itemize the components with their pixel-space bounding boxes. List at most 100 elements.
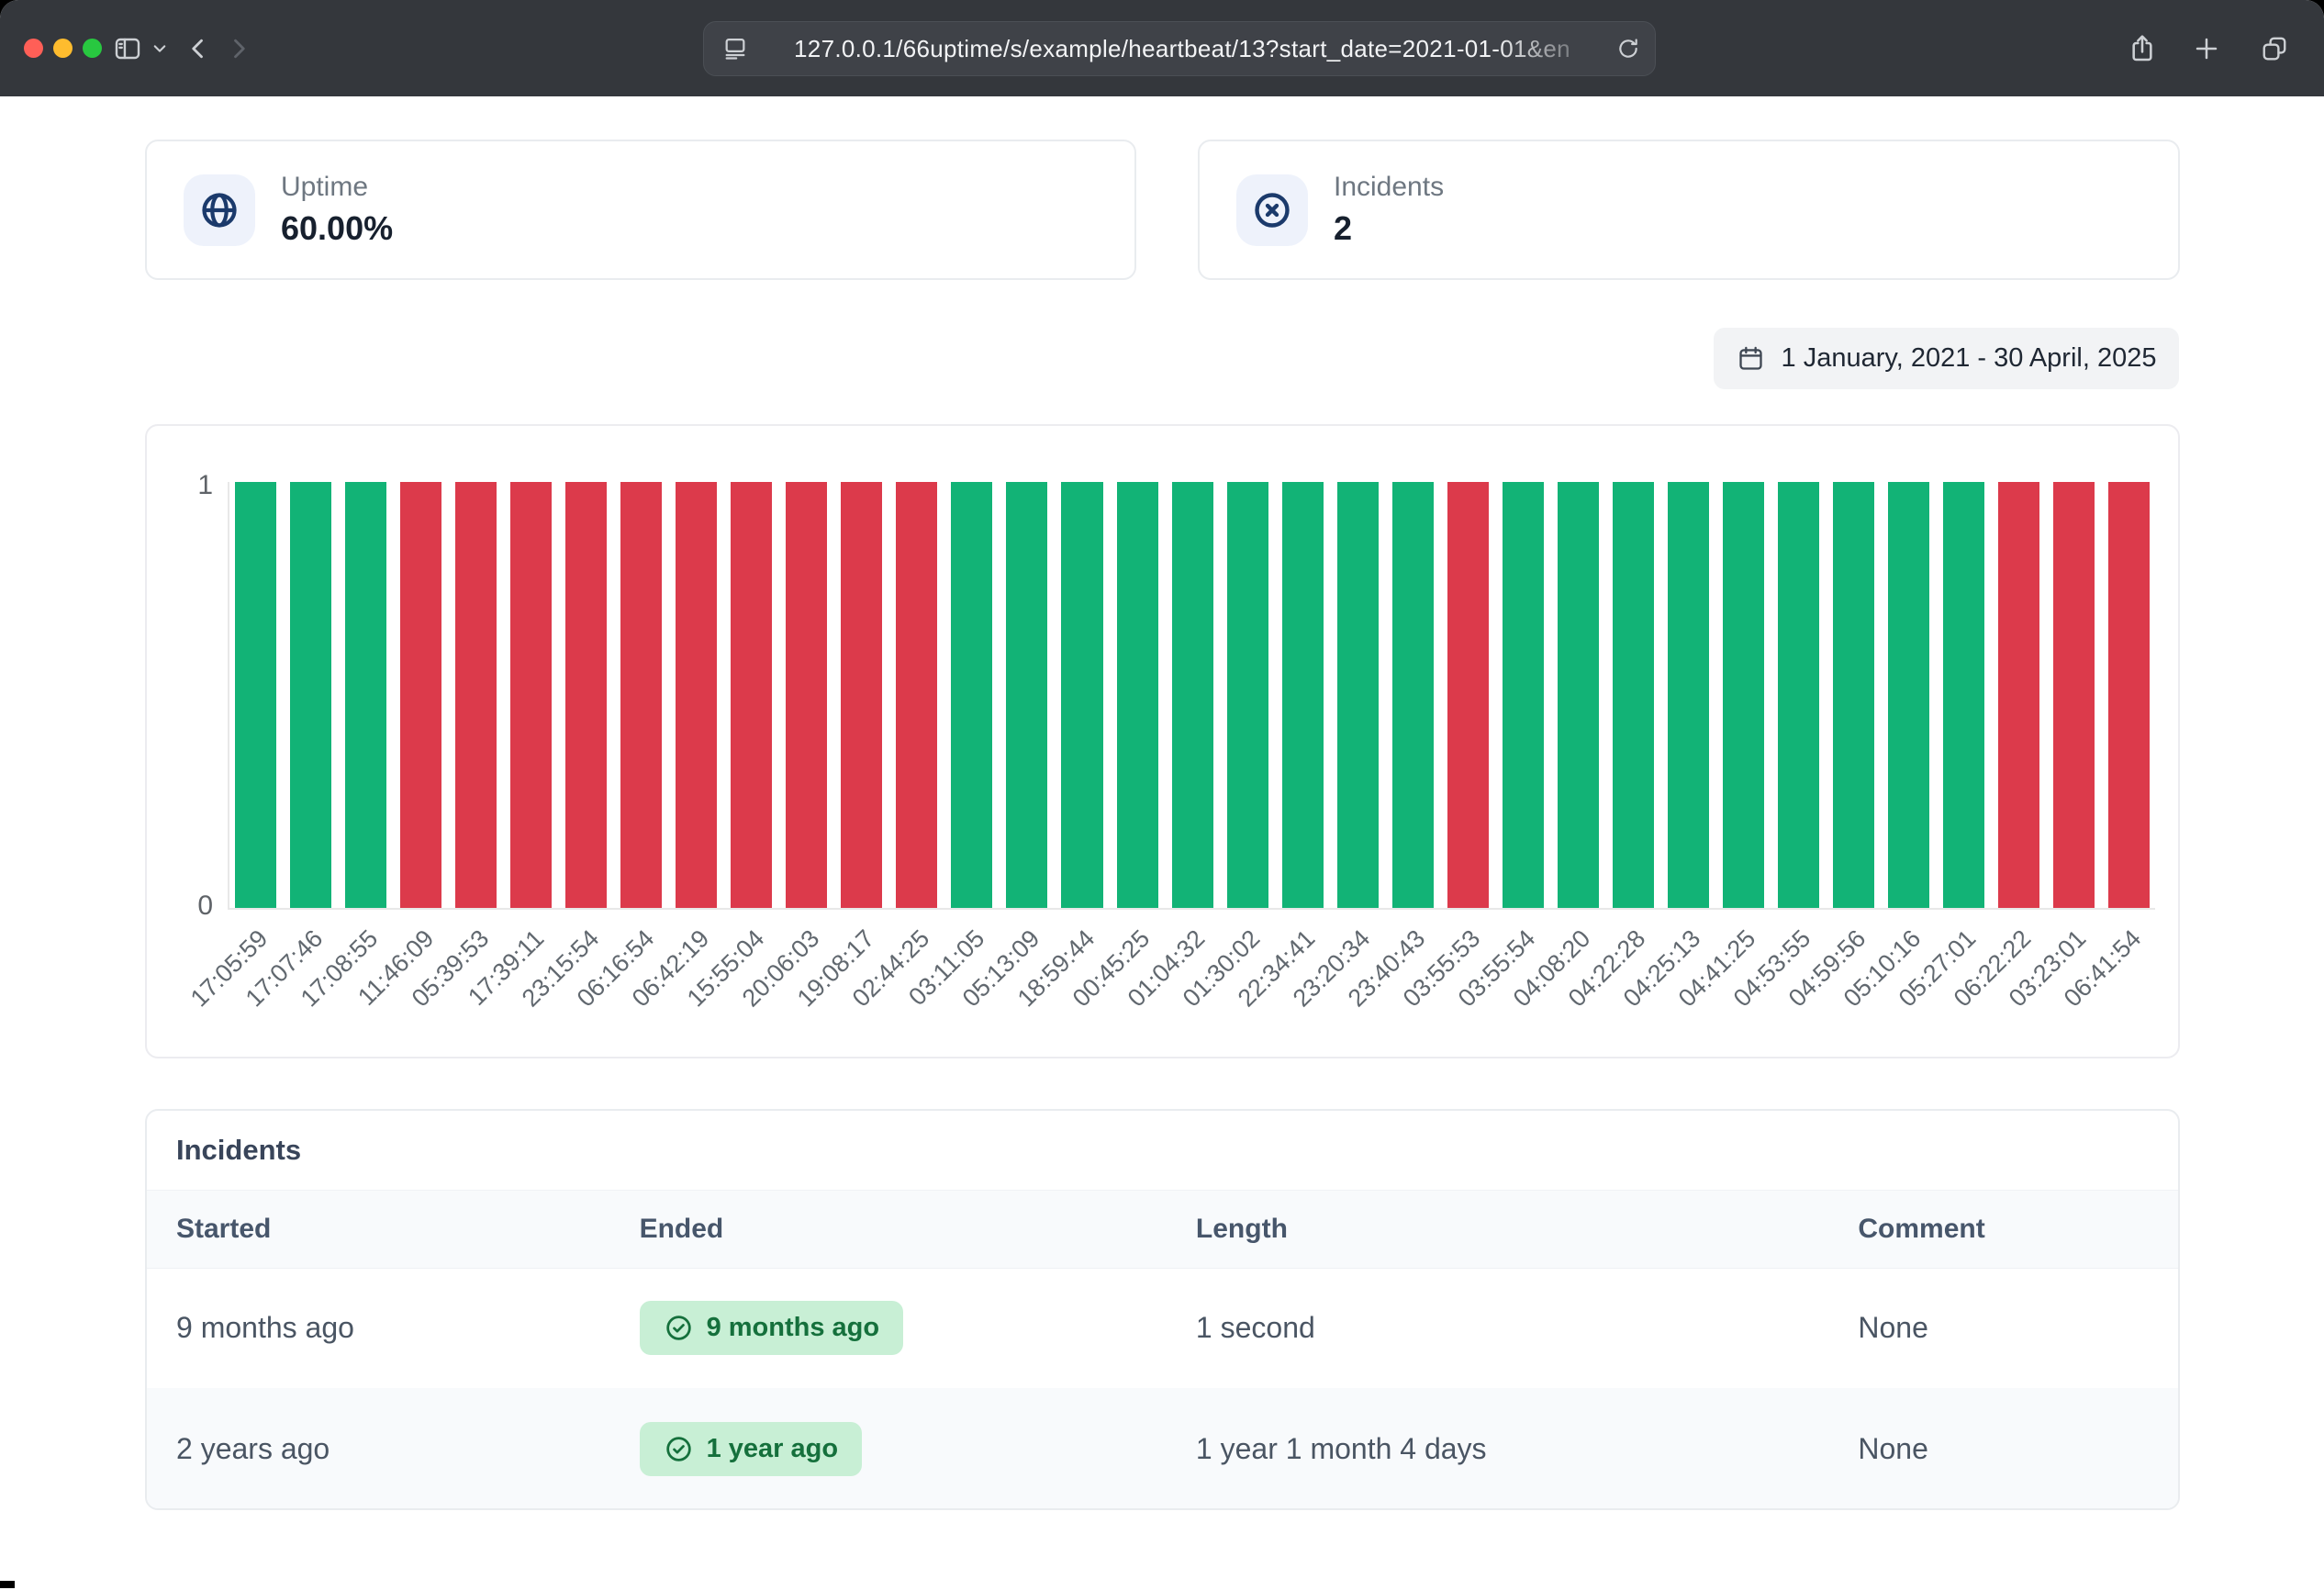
heartbeat-bar-up[interactable] bbox=[1392, 482, 1434, 908]
chart-plot bbox=[228, 482, 2155, 910]
incident-row: 9 months ago9 months ago1 secondNone bbox=[147, 1269, 2178, 1388]
incidents-tbody: 9 months ago9 months ago1 secondNone2 ye… bbox=[147, 1269, 2178, 1510]
check-circle-icon bbox=[664, 1434, 694, 1464]
heartbeat-bar-down[interactable] bbox=[2053, 482, 2095, 908]
heartbeat-bar-down[interactable] bbox=[841, 482, 882, 908]
incident-ended-text: 1 year ago bbox=[707, 1434, 838, 1464]
incident-ended-cell: 9 months ago bbox=[610, 1269, 1167, 1388]
address-bar[interactable]: 127.0.0.1/66uptime/s/example/heartbeat/1… bbox=[703, 21, 1656, 76]
incidents-stat-card: Incidents 2 bbox=[1198, 140, 2180, 280]
column-header-length: Length bbox=[1167, 1191, 1828, 1269]
forward-chevron-icon bbox=[226, 36, 251, 62]
heartbeat-bar-up[interactable] bbox=[345, 482, 386, 908]
heartbeat-bar-up[interactable] bbox=[1117, 482, 1158, 908]
heartbeat-bar-down[interactable] bbox=[510, 482, 552, 908]
heartbeat-bar-up[interactable] bbox=[1282, 482, 1324, 908]
back-button[interactable] bbox=[180, 0, 217, 96]
y-tick-label-1: 1 bbox=[158, 470, 213, 501]
heartbeat-bar-down[interactable] bbox=[731, 482, 772, 908]
heartbeat-bar-up[interactable] bbox=[1943, 482, 1984, 908]
incident-ended-badge: 9 months ago bbox=[640, 1301, 904, 1355]
uptime-label: Uptime bbox=[281, 172, 393, 203]
tabs-overview-icon bbox=[2261, 35, 2288, 62]
heartbeat-bar-up[interactable] bbox=[1888, 482, 1929, 908]
heartbeat-bar-down[interactable] bbox=[620, 482, 662, 908]
heartbeat-bar-down[interactable] bbox=[565, 482, 607, 908]
minimize-window-button[interactable] bbox=[53, 39, 73, 58]
incident-length: 1 second bbox=[1167, 1269, 1828, 1388]
screenshot-artifact bbox=[0, 1581, 15, 1588]
incidents-label: Incidents bbox=[1334, 172, 1444, 203]
date-range-label: 1 January, 2021 - 30 April, 2025 bbox=[1782, 343, 2157, 374]
x-circle-icon bbox=[1252, 190, 1292, 230]
column-header-comment: Comment bbox=[1828, 1191, 2178, 1269]
incident-ended-cell: 1 year ago bbox=[610, 1388, 1167, 1510]
calendar-icon bbox=[1737, 344, 1765, 373]
incident-length: 1 year 1 month 4 days bbox=[1167, 1388, 1828, 1510]
incident-comment: None bbox=[1828, 1388, 2178, 1510]
incidents-icon-tile bbox=[1236, 174, 1308, 246]
heartbeat-bar-up[interactable] bbox=[1558, 482, 1599, 908]
heartbeat-bar-up[interactable] bbox=[235, 482, 276, 908]
heartbeat-bar-up[interactable] bbox=[1833, 482, 1874, 908]
new-tab-button[interactable] bbox=[2186, 0, 2227, 96]
heartbeat-bar-up[interactable] bbox=[290, 482, 331, 908]
page-settings-icon bbox=[722, 36, 748, 62]
heartbeat-bar-down[interactable] bbox=[455, 482, 497, 908]
back-chevron-icon bbox=[185, 36, 211, 62]
incidents-title: Incidents bbox=[147, 1111, 2178, 1190]
heartbeat-bar-up[interactable] bbox=[1337, 482, 1379, 908]
chart-x-axis: 17:05:5917:07:4617:08:5511:46:0905:39:53… bbox=[228, 915, 2153, 1053]
heartbeat-bar-up[interactable] bbox=[1723, 482, 1764, 908]
close-window-button[interactable] bbox=[24, 39, 43, 58]
zoom-window-button[interactable] bbox=[83, 39, 102, 58]
incidents-table: Started Ended Length Comment 9 months ag… bbox=[147, 1190, 2178, 1510]
uptime-stat-card: Uptime 60.00% bbox=[145, 140, 1136, 280]
share-icon bbox=[2128, 34, 2157, 63]
incident-started: 2 years ago bbox=[147, 1388, 610, 1510]
uptime-icon-tile bbox=[184, 174, 255, 246]
share-button[interactable] bbox=[2122, 0, 2162, 96]
sidebar-icon bbox=[113, 34, 142, 63]
incident-comment: None bbox=[1828, 1269, 2178, 1388]
reload-button[interactable] bbox=[1616, 37, 1640, 61]
x-tick-cell: 06:41:54 bbox=[2106, 915, 2148, 1053]
forward-button[interactable] bbox=[220, 0, 257, 96]
heartbeat-bar-down[interactable] bbox=[1447, 482, 1489, 908]
incidents-card: Incidents Started Ended Length Comment 9… bbox=[145, 1109, 2180, 1510]
heartbeat-bar-down[interactable] bbox=[1998, 482, 2039, 908]
plus-icon bbox=[2193, 35, 2220, 62]
column-header-ended: Ended bbox=[610, 1191, 1167, 1269]
heartbeat-bar-up[interactable] bbox=[1613, 482, 1654, 908]
date-range-button[interactable]: 1 January, 2021 - 30 April, 2025 bbox=[1714, 328, 2179, 389]
reload-icon bbox=[1616, 37, 1640, 61]
browser-window: 127.0.0.1/66uptime/s/example/heartbeat/1… bbox=[0, 0, 2324, 1590]
uptime-value: 60.00% bbox=[281, 209, 393, 248]
heartbeat-bar-up[interactable] bbox=[1006, 482, 1047, 908]
heartbeat-bar-down[interactable] bbox=[676, 482, 717, 908]
heartbeat-bar-down[interactable] bbox=[400, 482, 441, 908]
column-header-started: Started bbox=[147, 1191, 610, 1269]
heartbeat-bar-down[interactable] bbox=[786, 482, 827, 908]
heartbeat-bar-up[interactable] bbox=[1778, 482, 1819, 908]
heartbeat-bar-up[interactable] bbox=[1503, 482, 1544, 908]
heartbeat-bar-down[interactable] bbox=[2108, 482, 2150, 908]
incidents-value: 2 bbox=[1334, 209, 1444, 248]
heartbeat-bar-up[interactable] bbox=[1227, 482, 1268, 908]
sidebar-toggle-button[interactable] bbox=[108, 0, 147, 96]
heartbeat-bar-up[interactable] bbox=[951, 482, 992, 908]
heartbeat-bar-up[interactable] bbox=[1172, 482, 1213, 908]
tab-overview-button[interactable] bbox=[2254, 0, 2295, 96]
globe-icon bbox=[199, 190, 240, 230]
heartbeat-bar-down[interactable] bbox=[896, 482, 937, 908]
incident-ended-text: 9 months ago bbox=[707, 1313, 880, 1343]
dashboard-page: Uptime 60.00% Incidents 2 1 Ja bbox=[0, 96, 2324, 1590]
heartbeat-bar-up[interactable] bbox=[1061, 482, 1102, 908]
sidebar-menu-chevron-button[interactable] bbox=[147, 0, 173, 96]
chevron-down-icon bbox=[151, 40, 168, 57]
url-text: 127.0.0.1/66uptime/s/example/heartbeat/1… bbox=[748, 35, 1616, 63]
heartbeat-chart-card: 1 0 17:05:5917:07:4617:08:5511:46:0905:3… bbox=[145, 424, 2180, 1058]
incident-row: 2 years ago 1 year ago 1 year 1 month 4 da… bbox=[147, 1388, 2178, 1510]
heartbeat-bar-up[interactable] bbox=[1668, 482, 1709, 908]
incidents-header-row: Started Ended Length Comment bbox=[147, 1191, 2178, 1269]
